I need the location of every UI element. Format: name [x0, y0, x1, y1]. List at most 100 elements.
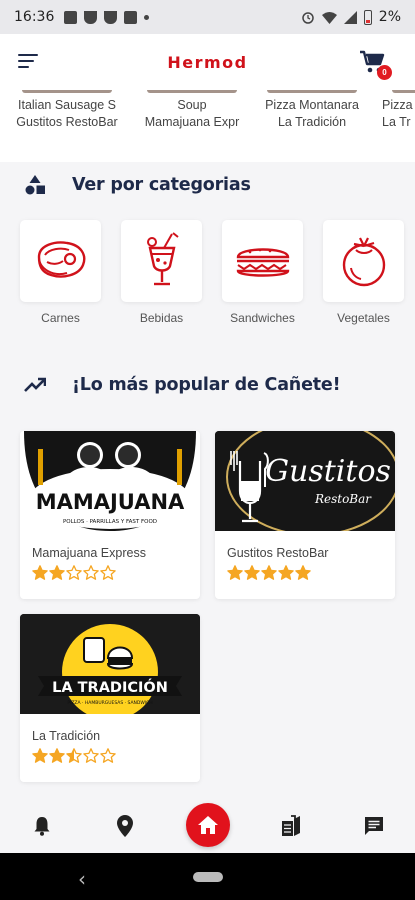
menu-book-icon — [282, 815, 300, 836]
sandwich-icon — [236, 248, 289, 277]
category-bebidas[interactable]: Bebidas — [121, 220, 202, 325]
app-header: Hermod 0 — [0, 34, 415, 90]
featured-item-restaurant: Mamajuana Expr — [144, 115, 240, 129]
category-list: Carnes Bebidas Sandwiches Vegetales — [20, 220, 404, 325]
chat-icon — [365, 817, 383, 835]
logo-subtext: POLLOS · PARRILLAS Y FAST FOOD — [63, 519, 157, 525]
status-right: 2% — [301, 9, 401, 25]
categories-section-header: Ver por categorias — [24, 174, 251, 196]
battery-percent: 2% — [378, 9, 401, 25]
category-label: Carnes — [41, 311, 80, 325]
star-empty-icon — [100, 748, 116, 763]
mamajuana-logo-image: MAMAJUANA POLLOS · PARRILLAS Y FAST FOOD — [24, 431, 196, 531]
restaurant-card[interactable]: MAMAJUANA POLLOS · PARRILLAS Y FAST FOOD… — [20, 431, 200, 599]
product-thumbnail — [22, 90, 112, 93]
more-notifications-icon — [144, 14, 150, 20]
popular-section-header: ¡Lo más popular de Cañete! — [24, 375, 341, 395]
nav-chat[interactable] — [362, 814, 386, 838]
la-tradicion-logo-image: LA TRADICIÓN PIZZA · HAMBURGUESAS · SAND… — [20, 614, 200, 714]
back-icon[interactable]: ‹ — [78, 867, 86, 891]
rating-stars — [32, 748, 200, 764]
category-label: Bebidas — [139, 311, 184, 325]
trending-up-icon — [24, 377, 46, 392]
featured-item-name: Pizza — [382, 98, 413, 112]
featured-item-restaurant: La Tr — [382, 115, 411, 129]
star-filled-icon — [32, 748, 48, 763]
restaurant-name: Gustitos RestoBar — [227, 546, 329, 560]
section-title: Ver por categorias — [72, 175, 251, 195]
star-filled-icon — [32, 565, 48, 580]
featured-item-name: Pizza Montanara — [265, 98, 359, 112]
cart-button[interactable]: 0 — [359, 49, 392, 80]
nav-location[interactable] — [113, 814, 137, 838]
alarm-icon — [302, 12, 314, 24]
nav-home-button[interactable] — [186, 803, 230, 847]
nav-notifications[interactable] — [30, 814, 54, 838]
product-thumbnail — [267, 90, 357, 93]
logo-text: LA TRADICIÓN — [52, 678, 168, 696]
shield-icon — [104, 10, 118, 24]
logo-text: Gustitos — [265, 454, 391, 489]
cart-badge: 0 — [377, 65, 392, 80]
category-carnes[interactable]: Carnes — [20, 220, 101, 325]
menu-icon[interactable] — [18, 54, 38, 70]
restaurant-card[interactable]: LA TRADICIÓN PIZZA · HAMBURGUESAS · SAND… — [20, 614, 200, 782]
signal-icon — [343, 10, 357, 24]
star-filled-icon — [244, 565, 260, 580]
system-home-pill[interactable] — [193, 872, 223, 882]
system-navigation-bar: ‹ — [0, 853, 415, 900]
featured-item-name: Soup — [177, 98, 207, 112]
star-filled-icon — [261, 565, 277, 580]
app-notification-icon — [64, 10, 78, 24]
home-icon — [198, 816, 218, 834]
featured-item-restaurant: Gustitos RestoBar — [16, 115, 118, 129]
category-label: Vegetales — [337, 311, 390, 325]
star-empty-icon — [83, 565, 99, 580]
logo-subtext: PIZZA · HAMBURGUESAS · SANDWICH — [67, 700, 152, 706]
section-title: ¡Lo más popular de Cañete! — [72, 375, 341, 395]
restaurant-logo: LA TRADICIÓN PIZZA · HAMBURGUESAS · SAND… — [20, 614, 200, 714]
category-card[interactable] — [323, 220, 404, 302]
star-half-icon — [66, 748, 82, 763]
battery-icon — [363, 9, 372, 25]
logo-subtext: RestoBar — [314, 492, 372, 506]
star-filled-icon — [49, 748, 65, 763]
star-empty-icon — [100, 565, 116, 580]
star-filled-icon — [295, 565, 311, 580]
category-card[interactable] — [20, 220, 101, 302]
restaurant-name: La Tradición — [32, 729, 101, 743]
product-thumbnail — [392, 90, 415, 93]
featured-item[interactable]: Pizza La Tr — [382, 90, 415, 131]
featured-products-strip[interactable]: Italian Sausage S Gustitos RestoBar Soup… — [0, 90, 415, 162]
status-bar: 16:36 2% — [0, 0, 415, 34]
star-filled-icon — [49, 565, 65, 580]
category-vegetales[interactable]: Vegetales — [323, 220, 404, 325]
app-title: Hermod — [167, 52, 248, 72]
featured-item[interactable]: Pizza Montanara La Tradición — [257, 90, 367, 131]
category-card[interactable] — [121, 220, 202, 302]
restaurant-name: Mamajuana Express — [32, 546, 146, 560]
shapes-icon — [25, 175, 45, 195]
featured-item-restaurant: La Tradición — [277, 115, 347, 129]
bell-icon — [34, 817, 50, 836]
shield-icon — [84, 10, 98, 24]
featured-item[interactable]: Soup Mamajuana Expr — [137, 90, 247, 131]
category-sandwiches[interactable]: Sandwiches — [222, 220, 303, 325]
notification-icons — [64, 10, 150, 24]
logo-text: MAMAJUANA — [36, 490, 185, 514]
category-label: Sandwiches — [230, 311, 295, 325]
star-empty-icon — [66, 565, 82, 580]
location-pin-icon — [117, 815, 133, 837]
restaurant-card[interactable]: Gustitos RestoBar Gustitos RestoBar — [215, 431, 395, 599]
rating-stars — [32, 565, 200, 581]
product-thumbnail — [147, 90, 237, 93]
nav-menu[interactable] — [279, 814, 303, 838]
tomato-icon — [342, 237, 385, 287]
star-filled-icon — [227, 565, 243, 580]
category-card[interactable] — [222, 220, 303, 302]
wifi-icon — [321, 11, 337, 24]
cocktail-icon — [146, 232, 179, 286]
image-icon — [124, 10, 138, 24]
featured-item[interactable]: Italian Sausage S Gustitos RestoBar — [12, 90, 122, 131]
star-empty-icon — [83, 748, 99, 763]
